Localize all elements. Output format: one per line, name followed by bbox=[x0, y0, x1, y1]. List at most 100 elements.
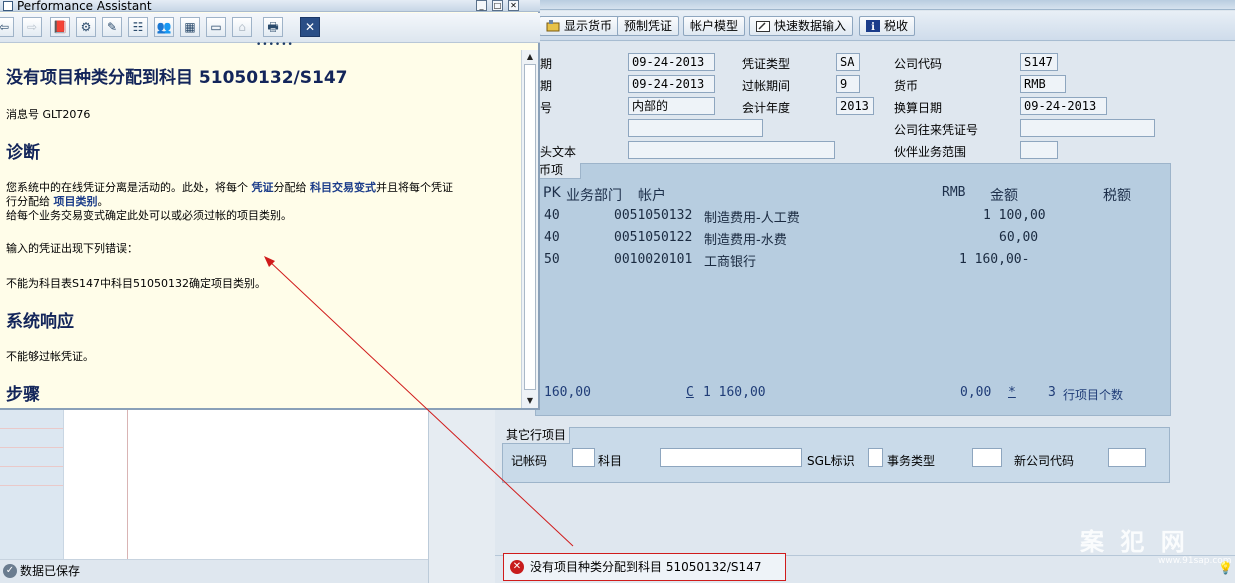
line-items-tab[interactable]: 币项 bbox=[535, 163, 581, 179]
close-icon[interactable]: ✕ bbox=[300, 17, 320, 37]
doc-type-label: 凭证类型 bbox=[742, 57, 791, 71]
watermark-logo: 案 犯 网 bbox=[1080, 528, 1189, 556]
balance-value: 0,00 bbox=[960, 385, 992, 400]
col-currency-header: RMB bbox=[942, 185, 966, 200]
forward-arrow-icon[interactable]: ⇨ bbox=[22, 17, 42, 37]
transaction-variant-link[interactable]: 科目交易变式 bbox=[310, 181, 376, 194]
posting-key-label: 记帐码 bbox=[511, 454, 548, 468]
transaction-type-label: 事务类型 bbox=[887, 454, 936, 468]
voucher-link[interactable]: 凭证 bbox=[252, 181, 274, 194]
new-company-code-label: 新公司代码 bbox=[1014, 454, 1075, 468]
total-debit: 160,00 bbox=[544, 385, 591, 400]
error-intro: 输入的凭证出现下列错误： bbox=[6, 242, 138, 255]
print-icon[interactable]: 🖶 bbox=[263, 17, 283, 37]
reference-label: 号 bbox=[540, 101, 553, 115]
minimize-button[interactable]: _ bbox=[476, 0, 487, 11]
total-credit: 1 160,00 bbox=[703, 385, 766, 400]
currency-icon bbox=[546, 19, 560, 32]
users-icon[interactable]: 👥 bbox=[154, 17, 174, 37]
check-icon: ✓ bbox=[3, 564, 17, 578]
new-company-code-field[interactable] bbox=[1108, 448, 1146, 467]
row-account: 0051050132 bbox=[614, 208, 693, 223]
posting-key-field[interactable] bbox=[572, 448, 595, 467]
show-currency-button[interactable]: 显示货币 bbox=[539, 16, 620, 36]
scroll-down-icon[interactable]: ▼ bbox=[522, 394, 538, 408]
note-icon[interactable]: ▭ bbox=[206, 17, 226, 37]
settings-icon[interactable]: ☷ bbox=[128, 17, 148, 37]
posting-date-label: 期 bbox=[540, 79, 553, 93]
watermark-url: www.91sap.com bbox=[1158, 556, 1232, 566]
left-side-panel bbox=[428, 410, 495, 583]
col-account-header: 帐户 bbox=[638, 188, 666, 204]
transaction-type-field[interactable] bbox=[972, 448, 1002, 467]
intercompany-field[interactable] bbox=[1020, 119, 1155, 137]
header-text-field[interactable] bbox=[628, 141, 835, 159]
col-amount-header: 金额 bbox=[990, 188, 1018, 204]
currency-field[interactable]: RMB bbox=[1020, 75, 1066, 93]
company-code-label: 公司代码 bbox=[894, 57, 943, 71]
left-list-column-2 bbox=[64, 410, 128, 560]
message-number: 消息号 GLT2076 bbox=[6, 108, 91, 121]
doc-type-field[interactable]: SA bbox=[836, 53, 860, 71]
intercompany-label: 公司往来凭证号 bbox=[894, 123, 979, 137]
book-icon[interactable]: 📕 bbox=[50, 17, 70, 37]
left-status-bar: ✓ 数据已保存 bbox=[0, 559, 428, 583]
edit-icon[interactable]: ✎ bbox=[102, 17, 122, 37]
balance-marker: * bbox=[1008, 385, 1016, 400]
row-account-name: 制造费用-水费 bbox=[704, 233, 787, 248]
pa-scrollbar[interactable]: ▲ ▼ bbox=[521, 50, 538, 408]
tax-button[interactable]: i 税收 bbox=[859, 16, 916, 36]
error-detail: 不能为科目表S147中科目51050132确定项目类别。 bbox=[6, 277, 266, 290]
technical-info-icon[interactable]: ⚙ bbox=[76, 17, 96, 37]
document-date-label: 期 bbox=[540, 57, 553, 71]
translation-date-field[interactable]: 09-24-2013 bbox=[1020, 97, 1107, 115]
close-window-button[interactable]: ✕ bbox=[508, 0, 519, 11]
scroll-up-icon[interactable]: ▲ bbox=[522, 50, 538, 64]
row-amount: 60,00 bbox=[999, 230, 1039, 245]
document-date-field[interactable]: 09-24-2013 bbox=[628, 53, 715, 71]
sap-application-toolbar: 显示货币 预制凭证 帐户模型 快速数据输入 i 税收 bbox=[495, 11, 1235, 41]
maximize-button[interactable]: □ bbox=[492, 0, 503, 11]
currency-label: 货币 bbox=[894, 79, 919, 93]
row-amount: 1 160,00- bbox=[959, 252, 1030, 267]
error-icon: ✕ bbox=[510, 560, 524, 574]
scrollbar-thumb[interactable] bbox=[524, 64, 536, 390]
company-code-field[interactable]: S147 bbox=[1020, 53, 1058, 71]
row-account: 0051050122 bbox=[614, 230, 693, 245]
reference-field[interactable]: 内部的 bbox=[628, 97, 715, 115]
table-icon[interactable]: ▦ bbox=[180, 17, 200, 37]
svg-text:i: i bbox=[871, 22, 875, 32]
line-count: 3 bbox=[1048, 385, 1056, 400]
line-count-label: 行项目个数 bbox=[1063, 388, 1124, 402]
pa-toolbar: ⇦ ⇨ 📕 ⚙ ✎ ☷ 👥 ▦ ▭ ⌂ 🖶 ✕ bbox=[0, 13, 540, 43]
partner-ba-label: 伙伴业务范围 bbox=[894, 145, 967, 159]
col-tax-header: 税额 bbox=[1103, 188, 1131, 204]
fast-entry-icon bbox=[756, 19, 770, 32]
sap-title-bar bbox=[495, 0, 1235, 10]
fiscal-year-field[interactable]: 2013 bbox=[836, 97, 874, 115]
account-label: 科目 bbox=[598, 454, 623, 468]
disabled-tool-icon[interactable]: ⌂ bbox=[232, 17, 252, 37]
diagnosis-line-3: 给每个业务交易变式确定此处可以或必须过帐的项目类别。 bbox=[6, 209, 292, 222]
fiscal-year-label: 会计年度 bbox=[742, 101, 791, 115]
account-model-button[interactable]: 帐户模型 bbox=[683, 16, 746, 36]
total-credit-flag: C bbox=[686, 385, 694, 400]
sgl-field[interactable] bbox=[868, 448, 883, 467]
back-arrow-icon[interactable]: ⇦ bbox=[0, 17, 14, 37]
fast-entry-button[interactable]: 快速数据输入 bbox=[749, 16, 854, 36]
row-account-name: 工商银行 bbox=[704, 255, 757, 270]
posting-date-field[interactable]: 09-24-2013 bbox=[628, 75, 715, 93]
col-pk-header: PK bbox=[543, 185, 561, 201]
status-error-message[interactable]: ✕ 没有项目种类分配到科目 51050132/S147 bbox=[503, 553, 786, 581]
preliminary-voucher-button[interactable]: 预制凭证 bbox=[617, 16, 680, 36]
reference-extra-field[interactable] bbox=[628, 119, 763, 137]
partner-ba-field[interactable] bbox=[1020, 141, 1058, 159]
row-pk: 40 bbox=[544, 208, 560, 223]
left-list-column bbox=[0, 410, 64, 560]
col-business-area-header: 业务部门 bbox=[566, 188, 622, 204]
diagnosis-heading: 诊断 bbox=[6, 143, 40, 163]
row-account: 0010020101 bbox=[614, 252, 693, 267]
period-field[interactable]: 9 bbox=[836, 75, 860, 93]
account-field[interactable] bbox=[660, 448, 802, 467]
sgl-label: SGL标识 bbox=[807, 454, 855, 468]
